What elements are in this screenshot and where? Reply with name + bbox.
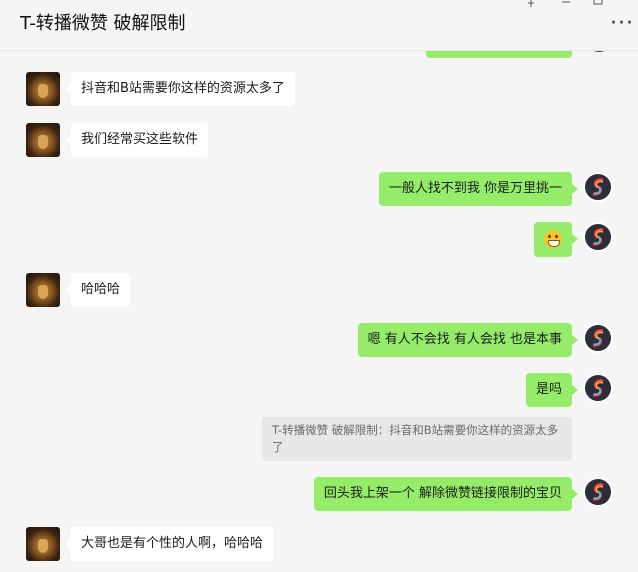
message-bubble[interactable]: 回头我上架一个 解除微赞链接限制的宝贝 bbox=[313, 477, 579, 511]
maximize-icon[interactable] bbox=[592, 0, 604, 11]
avatar-lion[interactable] bbox=[26, 123, 60, 157]
avatar-lion[interactable] bbox=[26, 527, 60, 561]
message-bubble[interactable]: 我们经常买这些软件 bbox=[64, 123, 209, 157]
message-bubble[interactable]: 是吗 bbox=[525, 373, 579, 407]
pin-icon[interactable] bbox=[525, 0, 537, 11]
quoted-message[interactable]: T-转播微赞 破解限制：抖音和B站需要你这样的资源太多了 bbox=[262, 417, 572, 461]
message-bubble[interactable]: 抖音和B站需要你这样的资源太多了 bbox=[65, 72, 295, 106]
message-bubble[interactable]: 嗯 有人不会找 有人会找 也是本事 bbox=[357, 323, 579, 357]
minimize-icon[interactable] bbox=[560, 0, 572, 11]
more-options-button[interactable]: ··· bbox=[610, 13, 634, 35]
avatar-self[interactable] bbox=[583, 373, 613, 403]
avatar-self[interactable] bbox=[583, 323, 613, 353]
chat-header: T-转播微赞 破解限制 ··· bbox=[0, 0, 638, 51]
chat-title: T-转播微赞 破解限制 bbox=[20, 13, 186, 34]
message-bubble[interactable] bbox=[534, 222, 578, 257]
avatar-lion[interactable] bbox=[26, 72, 60, 106]
message-bubble[interactable]: 哈哈哈 bbox=[64, 273, 131, 307]
message-bubble[interactable]: 大哥也是有个性的人啊，哈哈哈 bbox=[64, 527, 274, 561]
avatar-lion[interactable] bbox=[26, 273, 60, 307]
avatar-self[interactable] bbox=[583, 172, 613, 202]
message-bubble[interactable]: 一般人找不到我 你是万里挑一 bbox=[378, 172, 579, 206]
avatar-self[interactable] bbox=[583, 477, 613, 507]
avatar-self[interactable] bbox=[583, 222, 613, 252]
grinning-face-icon bbox=[544, 230, 562, 248]
